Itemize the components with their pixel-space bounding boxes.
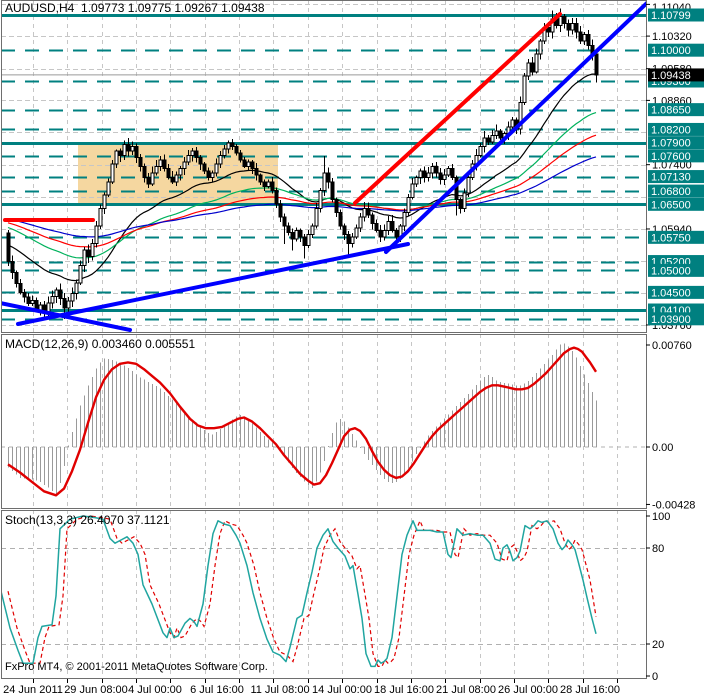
chart-background xyxy=(0,0,709,698)
sr-level-label: 1.08650 xyxy=(651,105,691,117)
mt4-chart-window: 1.110401.103201.095801.088601.074001.059… xyxy=(0,0,709,698)
sr-level-label: 1.08200 xyxy=(651,124,691,136)
macd-axis-label: -0.00428 xyxy=(652,499,695,511)
sr-level-label: 1.05000 xyxy=(651,265,691,277)
time-axis-label: 26 Jul 00:00 xyxy=(498,684,558,696)
sr-level-label: 1.07600 xyxy=(651,151,691,163)
time-axis-label: 14 Jul 00:00 xyxy=(312,684,372,696)
sr-level-label: 1.07900 xyxy=(651,138,691,150)
sr-level-label: 1.10799 xyxy=(651,10,691,22)
time-axis-label: 18 Jul 16:00 xyxy=(374,684,434,696)
sr-level-label: 1.07130 xyxy=(651,172,691,184)
time-axis-label: 28 Jul 16:00 xyxy=(560,684,620,696)
macd-axis-label: 0.00 xyxy=(652,442,673,454)
stoch-axis-label: 100 xyxy=(652,511,670,523)
time-axis-label: 29 Jun 08:00 xyxy=(64,684,128,696)
sr-level-label: 1.05750 xyxy=(651,232,691,244)
sr-level-label: 1.06500 xyxy=(651,199,691,211)
stoch-axis-label: 20 xyxy=(652,639,664,651)
sr-level-label: 1.06800 xyxy=(651,186,691,198)
time-axis-label: 24 Jun 2011 xyxy=(3,684,63,696)
bid-price-label: 1.09438 xyxy=(651,70,691,82)
sr-level-label: 1.04500 xyxy=(651,287,691,299)
time-axis-label: 6 Jul 16:00 xyxy=(190,684,244,696)
chart-canvas[interactable]: 1.110401.103201.095801.088601.074001.059… xyxy=(0,0,709,698)
macd-axis-label: 0.00760 xyxy=(652,340,692,352)
time-axis-label: 11 Jul 08:00 xyxy=(250,684,309,696)
price-tick-label: 1.10320 xyxy=(652,31,692,43)
sr-level-label: 1.03900 xyxy=(651,314,691,326)
stoch-axis-label: 0 xyxy=(652,671,658,683)
time-axis-label: 4 Jul 00:00 xyxy=(128,684,182,696)
time-axis-label: 21 Jul 08:00 xyxy=(436,684,496,696)
sr-level-label: 1.10000 xyxy=(651,45,691,57)
stoch-axis-label: 80 xyxy=(652,543,664,555)
